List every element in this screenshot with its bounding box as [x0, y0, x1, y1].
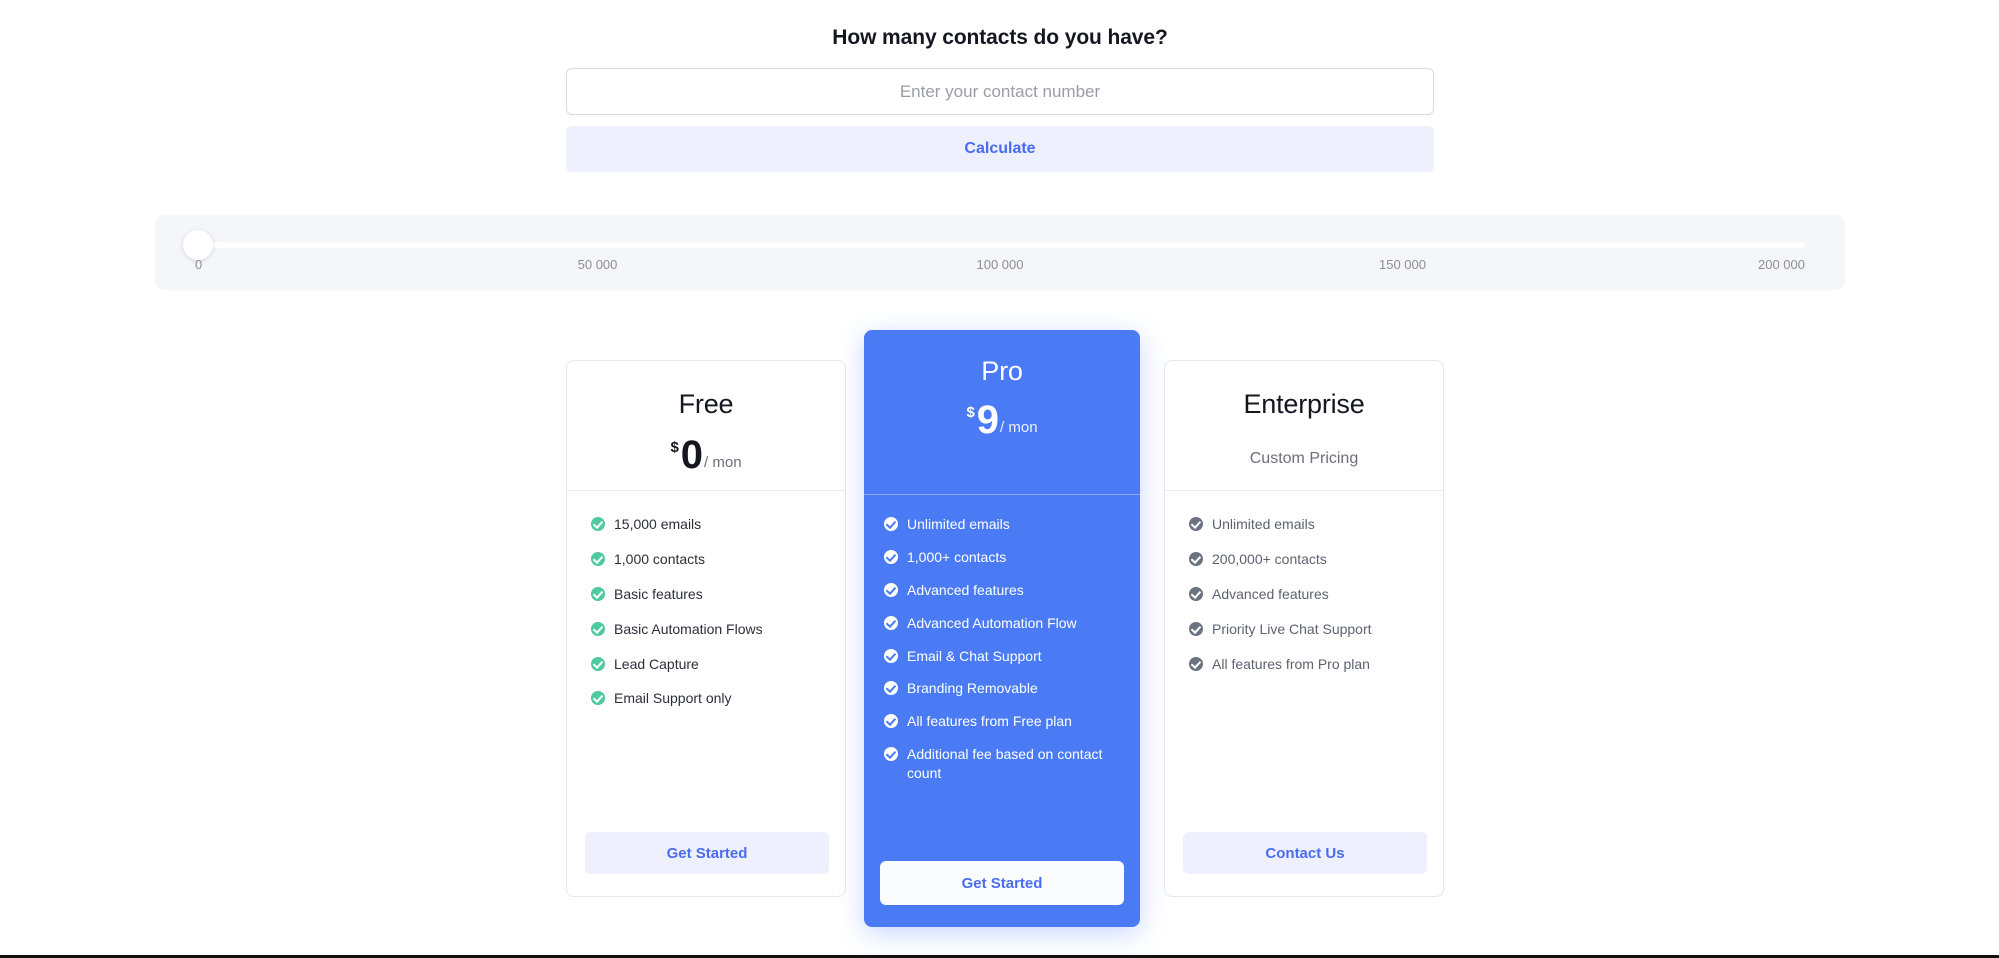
price-amount: 9 [976, 398, 1000, 442]
plan-name-free: Free [678, 389, 734, 419]
check-circle-icon [884, 582, 898, 597]
custom-pricing-label: Custom Pricing [1249, 450, 1359, 467]
feature-label: Priority Live Chat Support [1212, 620, 1372, 637]
feature-item: 1,000+ contacts [884, 548, 1120, 567]
get-started-button-free[interactable]: Get Started [585, 832, 829, 874]
feature-item: Basic Automation Flows [591, 620, 821, 639]
get-started-button-pro[interactable]: Get Started [880, 861, 1124, 905]
feature-item: 15,000 emails [591, 515, 821, 534]
contact-calculator: How many contacts do you have? Calculate [566, 26, 1434, 172]
feature-item: Email & Chat Support [884, 647, 1120, 666]
slider-tick-label: 0 [195, 257, 203, 272]
contact-us-button[interactable]: Contact Us [1183, 832, 1427, 874]
plan-header-free: Free $ 0 / mon [567, 361, 845, 491]
check-circle-icon [884, 714, 898, 729]
check-circle-icon [884, 681, 898, 696]
check-circle-icon [884, 747, 898, 762]
slider-tick-labels: 0 50 000 100 000 150 000 200 000 [195, 257, 1805, 279]
feature-item: Email Support only [591, 689, 821, 708]
check-circle-icon [1189, 621, 1203, 636]
feature-list-pro: Unlimited emails 1,000+ contacts Advanced … [864, 495, 1140, 783]
check-circle-icon [1189, 656, 1203, 671]
check-circle-icon [884, 517, 898, 531]
feature-label: 15,000 emails [614, 516, 702, 532]
feature-label: Email Support only [614, 690, 732, 707]
feature-item: Advanced features [884, 581, 1120, 600]
feature-list-enterprise: Unlimited emails 200,000+ contacts Advance… [1165, 491, 1443, 673]
feature-label: Lead Capture [614, 655, 699, 672]
check-circle-icon [1189, 551, 1203, 566]
feature-item: Advanced features [1189, 585, 1419, 604]
feature-item: Branding Removable [884, 679, 1120, 698]
feature-label: Additional fee based on contact count [907, 746, 1103, 782]
feature-item: All features from Pro plan [1189, 655, 1419, 674]
slider-tick-label: 150 000 [1379, 257, 1426, 272]
feature-item: Additional fee based on contact count [884, 745, 1120, 783]
feature-item: 200,000+ contacts [1189, 550, 1419, 569]
feature-item: Lead Capture [591, 655, 821, 674]
check-circle-icon [591, 551, 605, 566]
feature-label: 1,000 contacts [614, 550, 706, 567]
feature-label: Email & Chat Support [907, 647, 1042, 664]
plan-header-pro: Pro $ 9 / mon [864, 330, 1140, 495]
contact-number-input[interactable] [566, 68, 1434, 115]
feature-label: All features from Pro plan [1212, 655, 1370, 672]
slider-tick-label: 200 000 [1758, 257, 1805, 272]
feature-item: All features from Free plan [884, 712, 1120, 731]
currency-symbol: $ [966, 404, 975, 421]
feature-item: Unlimited emails [884, 515, 1120, 534]
page-title: How many contacts do you have? [832, 26, 1168, 49]
feature-list-free: 15,000 emails 1,000 contacts Basic feature… [567, 491, 845, 708]
check-circle-icon [591, 656, 605, 671]
feature-item: Priority Live Chat Support [1189, 620, 1419, 639]
plan-price-free: $ 0 / mon [567, 433, 845, 477]
plan-card-free: Free $ 0 / mon 15,000 emails 1,000 contac… [566, 360, 846, 897]
check-circle-icon [884, 648, 898, 663]
feature-label: 200,000+ contacts [1212, 550, 1327, 567]
feature-label: Advanced Automation Flow [907, 614, 1077, 631]
plan-name-enterprise: Enterprise [1243, 389, 1365, 419]
feature-item: Unlimited emails [1189, 515, 1419, 534]
contact-range-slider[interactable]: 0 50 000 100 000 150 000 200 000 [155, 215, 1845, 290]
check-circle-icon [1189, 586, 1203, 601]
feature-label: Branding Removable [907, 680, 1038, 697]
price-period: / mon [704, 454, 742, 471]
feature-item: 1,000 contacts [591, 550, 821, 569]
plan-price-pro: $ 9 / mon [864, 398, 1140, 442]
feature-item: Advanced Automation Flow [884, 614, 1120, 633]
feature-label: Basic Automation Flows [614, 620, 763, 637]
slider-track[interactable] [195, 242, 1805, 248]
plan-name-pro: Pro [981, 356, 1023, 386]
calculate-button[interactable]: Calculate [566, 126, 1434, 172]
check-circle-icon [591, 517, 605, 531]
slider-thumb[interactable] [183, 230, 213, 260]
check-circle-icon [884, 615, 898, 630]
feature-item: Basic features [591, 585, 821, 604]
plan-card-enterprise: Enterprise Custom Pricing Unlimited emai… [1164, 360, 1444, 897]
slider-tick-label: 100 000 [976, 257, 1024, 272]
price-period: / mon [1000, 419, 1038, 436]
check-circle-icon [591, 621, 605, 636]
feature-label: Advanced features [1212, 585, 1329, 602]
feature-label: Unlimited emails [907, 516, 1010, 532]
plan-card-pro: Pro $ 9 / mon Unlimited emails 1,000+ con… [864, 330, 1140, 927]
check-circle-icon [884, 549, 898, 564]
currency-symbol: $ [670, 439, 679, 456]
check-circle-icon [1189, 517, 1203, 531]
check-circle-icon [591, 586, 605, 601]
feature-label: 1,000+ contacts [907, 548, 1007, 565]
slider-tick-label: 50 000 [577, 257, 618, 272]
feature-label: Basic features [614, 585, 703, 602]
plan-header-enterprise: Enterprise Custom Pricing [1165, 361, 1443, 491]
feature-label: All features from Free plan [907, 713, 1072, 730]
feature-label: Unlimited emails [1212, 516, 1315, 532]
check-circle-icon [591, 691, 605, 706]
price-amount: 0 [680, 433, 704, 477]
feature-label: Advanced features [907, 581, 1024, 598]
